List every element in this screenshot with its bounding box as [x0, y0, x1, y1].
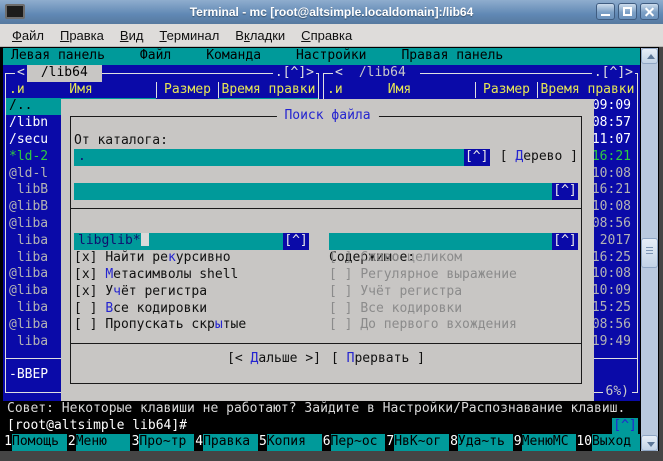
minimize-button[interactable] [596, 3, 615, 20]
hint-line: Совет: Некоторые клавиши не работают? За… [7, 401, 625, 418]
maximize-icon [623, 7, 632, 16]
left-panel-path[interactable]: /lib64 [27, 65, 102, 82]
skip-hidden-checkbox[interactable]: [ ] Пропускать скрытые [74, 317, 246, 334]
column-size[interactable]: Размер [475, 82, 537, 99]
mc-menu-item[interactable]: Команда [206, 48, 261, 65]
function-key[interactable]: 7НвК~ог [385, 434, 449, 451]
function-key[interactable]: 9МенюМС [513, 434, 577, 451]
terminal-scrollbar[interactable] [641, 48, 658, 451]
chevron-up-icon [647, 54, 655, 59]
close-button[interactable] [640, 3, 659, 20]
gtk-menu-item[interactable]: Вид [112, 26, 152, 45]
filename-pattern-input[interactable]: libglib* [74, 233, 283, 250]
scroll-up-button[interactable] [641, 48, 658, 64]
panel-scroll-right-marker[interactable]: .[^]> [273, 65, 316, 82]
dialog-separator [70, 343, 582, 344]
case-sensitive-checkbox[interactable]: [x] Учёт регистра [74, 284, 207, 301]
mini-status: -ВВЕР [9, 367, 48, 384]
tree-button[interactable]: [ Дерево ] [500, 149, 578, 166]
find-recursive-checkbox[interactable]: [x] Найти рекурсивно [74, 250, 231, 267]
column-size[interactable]: Размер [156, 82, 218, 99]
history-button[interactable]: [^] [283, 233, 309, 250]
shell-prompt[interactable]: [root@altsimple lib64]#[^] [7, 418, 641, 435]
panel-scroll-left-marker[interactable]: < [333, 65, 345, 82]
mc-screen: Левая панель Файл Команда Настройки Прав… [3, 48, 641, 451]
panel-scroll-left-marker[interactable]: < [15, 65, 27, 82]
terminal-window: Terminal - mc [root@altsimple.localdomai… [0, 0, 663, 461]
panel-scroll-right-marker[interactable]: .[^]> [592, 65, 635, 82]
shell-patterns-checkbox[interactable]: [x] Метасимволы shell [74, 267, 238, 284]
from-directory-input[interactable]: . [74, 149, 464, 166]
sort-indicator[interactable]: .и [9, 82, 25, 99]
mc-menu-item[interactable]: Левая панель [11, 48, 105, 65]
column-name[interactable]: Имя [69, 82, 92, 97]
content-all-charsets-checkbox: [ ] Все кодировки [329, 301, 462, 318]
all-charsets-checkbox[interactable]: [ ] Все кодировки [74, 301, 207, 318]
from-directory-label: От каталога: [74, 133, 578, 150]
function-key[interactable]: 6Пер~ос [322, 434, 386, 451]
next-button[interactable]: [< Дальше >] [227, 351, 321, 368]
content-input[interactable] [329, 233, 552, 250]
abort-button[interactable]: [ Прервать ] [331, 351, 425, 368]
minimize-icon [601, 14, 610, 16]
mc-menu-item[interactable]: Файл [140, 48, 171, 65]
history-button[interactable]: [^] [464, 149, 490, 166]
scrollbar-thumb[interactable] [641, 238, 658, 268]
function-key[interactable]: 4Правка [194, 434, 258, 451]
function-key[interactable]: 2Меню [67, 434, 131, 451]
regexp-checkbox: [ ] Регулярное выражение [329, 267, 517, 284]
find-file-dialog: Поиск файла От каталога: .[^][ Дерево ] … [61, 99, 594, 401]
free-space-indicator: 6%) [603, 384, 632, 401]
prompt-history-button[interactable]: [^] [612, 418, 638, 435]
title-bar[interactable]: Terminal - mc [root@altsimple.localdomai… [0, 0, 663, 24]
dialog-title: Поиск файла [276, 108, 378, 125]
column-mtime[interactable]: Время правки [537, 82, 637, 99]
column-mtime[interactable]: Время правки [218, 82, 318, 99]
dialog-separator [70, 208, 582, 209]
terminal-area: Левая панель Файл Команда Настройки Прав… [0, 47, 663, 451]
right-panel-header: .и Имя Размер Время правки [324, 82, 637, 99]
right-panel-path[interactable]: /lib64 [345, 65, 420, 82]
gtk-menu-item[interactable]: Правка [52, 26, 112, 45]
scroll-down-button[interactable] [641, 435, 658, 451]
content-case-sensitive-checkbox: [ ] Учёт регистра [329, 284, 462, 301]
gtk-menu-item[interactable]: Вкладки [227, 26, 293, 45]
history-button[interactable]: [^] [552, 233, 578, 250]
mc-menu-item[interactable]: Правая панель [401, 48, 503, 65]
gtk-menu-item[interactable]: Справка [293, 26, 360, 45]
function-key[interactable]: 3Про~тр [130, 434, 194, 451]
window-bottom-edge [0, 451, 663, 461]
function-key[interactable]: 10Выход [576, 434, 640, 451]
chevron-down-icon [647, 442, 655, 447]
function-key[interactable]: 5Копия [258, 434, 322, 451]
mc-menubar: Левая панель Файл Команда Настройки Прав… [3, 48, 640, 65]
whole-words-checkbox: [ ] Слово целиком [329, 250, 462, 267]
column-name[interactable]: Имя [388, 82, 411, 97]
sort-indicator[interactable]: .и [327, 82, 343, 99]
gtk-menubar: Файл Правка Вид Терминал Вкладки Справка [0, 24, 663, 47]
function-key[interactable]: 1Помощь [3, 434, 67, 451]
ignore-directories-input[interactable] [74, 183, 552, 200]
terminal-icon [5, 4, 25, 19]
history-button[interactable]: [^] [552, 183, 578, 200]
gtk-menu-item[interactable]: Терминал [151, 26, 227, 45]
left-panel-header: .и Имя Размер Время правки [6, 82, 318, 99]
gtk-menu-item[interactable]: Файл [4, 26, 52, 45]
text-cursor [141, 233, 149, 246]
mc-menu-item[interactable]: Настройки [296, 48, 366, 65]
function-key-bar: 1Помощь 2Меню 3Про~тр 4Правка 5Копия 6Пе… [3, 434, 640, 451]
first-hit-checkbox: [ ] До первого вхождения [329, 317, 517, 334]
function-key[interactable]: 8Уда~ть [449, 434, 513, 451]
maximize-button[interactable] [618, 3, 637, 20]
window-title: Terminal - mc [root@altsimple.localdomai… [0, 5, 663, 19]
window-edge [659, 47, 663, 451]
